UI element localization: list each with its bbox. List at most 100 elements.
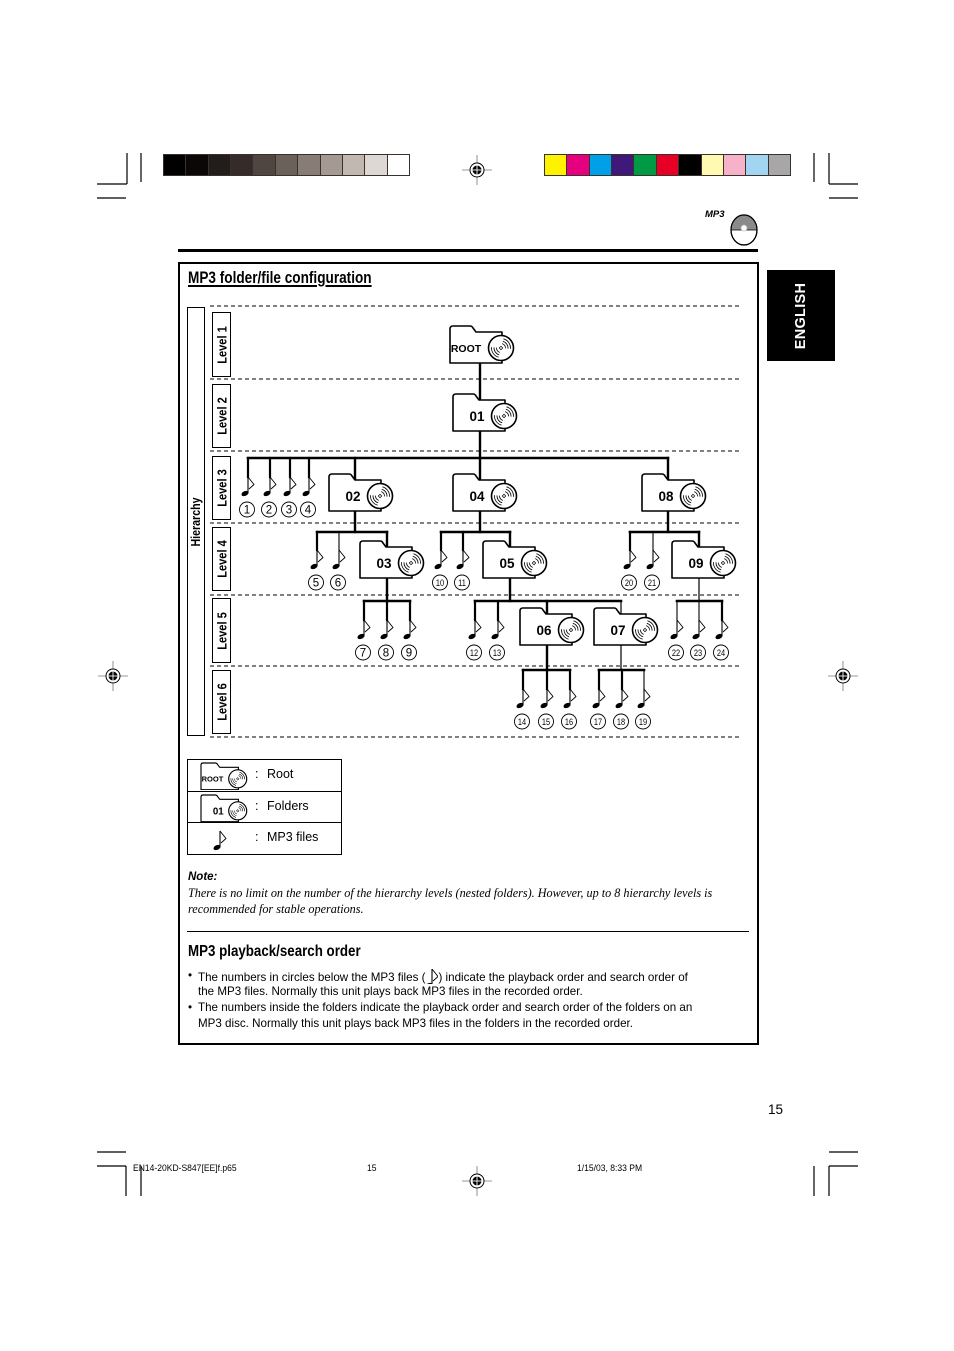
mp3-file-item: 16 — [561, 688, 577, 730]
note-flag — [643, 688, 651, 702]
footer-filename: EN14-20KD-S847[EE]f.p65 — [133, 1163, 237, 1174]
file-order-number: 19 — [639, 716, 647, 727]
music-note-icon — [302, 476, 316, 497]
music-note-icon — [425, 968, 439, 989]
note-flag — [316, 549, 324, 563]
disc-icon — [397, 549, 425, 577]
level-separators — [210, 305, 739, 738]
folder-label: 01 — [213, 806, 224, 817]
file-order-number: 9 — [406, 648, 412, 660]
music-note-icon — [456, 549, 470, 570]
legend-table: ROOT : Root 01 : Folders : MP3 files — [187, 759, 342, 855]
disc-icon — [366, 482, 394, 510]
folder-icon: 03 — [359, 540, 425, 579]
root-folder-shape: ROOT — [200, 762, 248, 790]
bullet-1-line-2: the MP3 files. Normally this unit plays … — [198, 985, 583, 998]
legend-row-root: ROOT : Root — [188, 760, 341, 791]
folder-tree-diagram: ROOT0102 04 0803 05 0906 07 1 2 3 45 67 8 910 1112 13… — [210, 305, 739, 738]
file-order-number: 10 — [436, 577, 444, 588]
section-divider — [187, 931, 749, 932]
file-order-number: 5 — [313, 578, 319, 590]
music-note-icon — [715, 619, 729, 640]
folder-icon: 01 — [200, 794, 248, 822]
folder-nodes: ROOT 01 02 04 08 03 05 09 06 07 — [328, 325, 737, 646]
file-order-number: 2 — [266, 505, 272, 517]
music-note-glyph — [425, 968, 439, 989]
folder-icon: 06 — [519, 607, 585, 646]
file-order-number: 18 — [617, 716, 625, 727]
mp3-file-item: 3 — [281, 476, 297, 518]
mp3-file-item: 7 — [355, 619, 371, 661]
folder-label: ROOT — [202, 775, 224, 784]
folder-icon: 01 — [452, 393, 518, 432]
disc-outline — [366, 482, 394, 510]
file-order-number: 3 — [286, 505, 292, 517]
disc-outline — [487, 334, 515, 362]
mp3-file-item: 4 — [300, 476, 316, 518]
bullet-2-line-1: The numbers inside the folders indicate … — [198, 1001, 693, 1014]
mp3-file-item: 13 — [489, 619, 505, 661]
mp3-file-item: 1 — [239, 476, 255, 518]
file-order-number: 20 — [625, 577, 633, 588]
disc-outline — [228, 769, 248, 789]
legend-separator: : — [255, 830, 259, 844]
disc-outline — [557, 616, 585, 644]
bullet-2-line-2: MP3 disc. Normally this unit plays back … — [198, 1017, 633, 1030]
disc-icon — [228, 801, 248, 821]
root-folder-icon: ROOT — [449, 325, 515, 364]
note-flag — [698, 619, 706, 633]
disc-icon — [679, 482, 707, 510]
note-text-line: recommended for stable operations. — [188, 902, 364, 916]
note-flag — [676, 619, 684, 633]
note-text-line: There is no limit on the number of the h… — [188, 886, 713, 900]
mp3-file-item: 10 — [432, 549, 448, 591]
folder-label: 02 — [345, 489, 360, 504]
music-note-icon — [637, 688, 651, 709]
music-note-icon — [241, 476, 255, 497]
note-flag — [219, 830, 227, 844]
note-flag — [546, 688, 554, 702]
file-order-number: 14 — [518, 716, 526, 727]
music-note-icon — [563, 688, 577, 709]
note-flag — [474, 619, 482, 633]
music-note-icon — [623, 549, 637, 570]
folder-icon: 02 — [328, 473, 394, 512]
disc-icon — [490, 482, 518, 510]
bullet-marker: • — [188, 1001, 193, 1014]
root-folder-icon: ROOT — [200, 762, 248, 790]
mp3-file-item: 22 — [668, 619, 684, 661]
folder-label: 03 — [376, 556, 392, 571]
file-nodes: 1 2 3 45 67 8 910 1112 1314 15 16 17 18 1920 2122 23 24 — [239, 476, 729, 730]
file-order-number: 22 — [672, 647, 680, 658]
disc-icon — [520, 549, 548, 577]
note-flag — [522, 688, 530, 702]
note-flag — [247, 476, 255, 490]
disc-outline — [490, 402, 518, 430]
note-flag — [598, 688, 606, 702]
legend-text: Folders — [267, 799, 309, 813]
mp3-file-item: 17 — [590, 688, 606, 730]
file-order-number: 7 — [360, 648, 366, 660]
music-note-icon — [592, 688, 606, 709]
folder-label: 05 — [499, 556, 515, 571]
note-flag — [363, 619, 371, 633]
note-flag — [289, 476, 297, 490]
note-flag — [621, 688, 629, 702]
file-order-number: 23 — [694, 647, 702, 658]
note-flag — [338, 549, 346, 563]
file-order-number: 12 — [470, 647, 478, 658]
folder-icon: 05 — [482, 540, 548, 579]
disc-icon — [487, 334, 515, 362]
legend-row-mp3-files: : MP3 files — [188, 822, 341, 853]
file-order-number: 1 — [244, 505, 250, 517]
file-order-number: 15 — [542, 716, 550, 727]
folder-label: 08 — [658, 489, 674, 504]
mp3-file-item: 23 — [690, 619, 706, 661]
music-note-icon — [516, 688, 530, 709]
page-number: 15 — [768, 1102, 784, 1117]
manual-page: MP3 ENGLISH MP3 folder/file configuratio… — [0, 0, 954, 1351]
mp3-file-item: 11 — [454, 549, 470, 591]
mp3-file-item: 9 — [401, 619, 417, 661]
disc-icon — [557, 616, 585, 644]
music-note-icon — [692, 619, 706, 640]
